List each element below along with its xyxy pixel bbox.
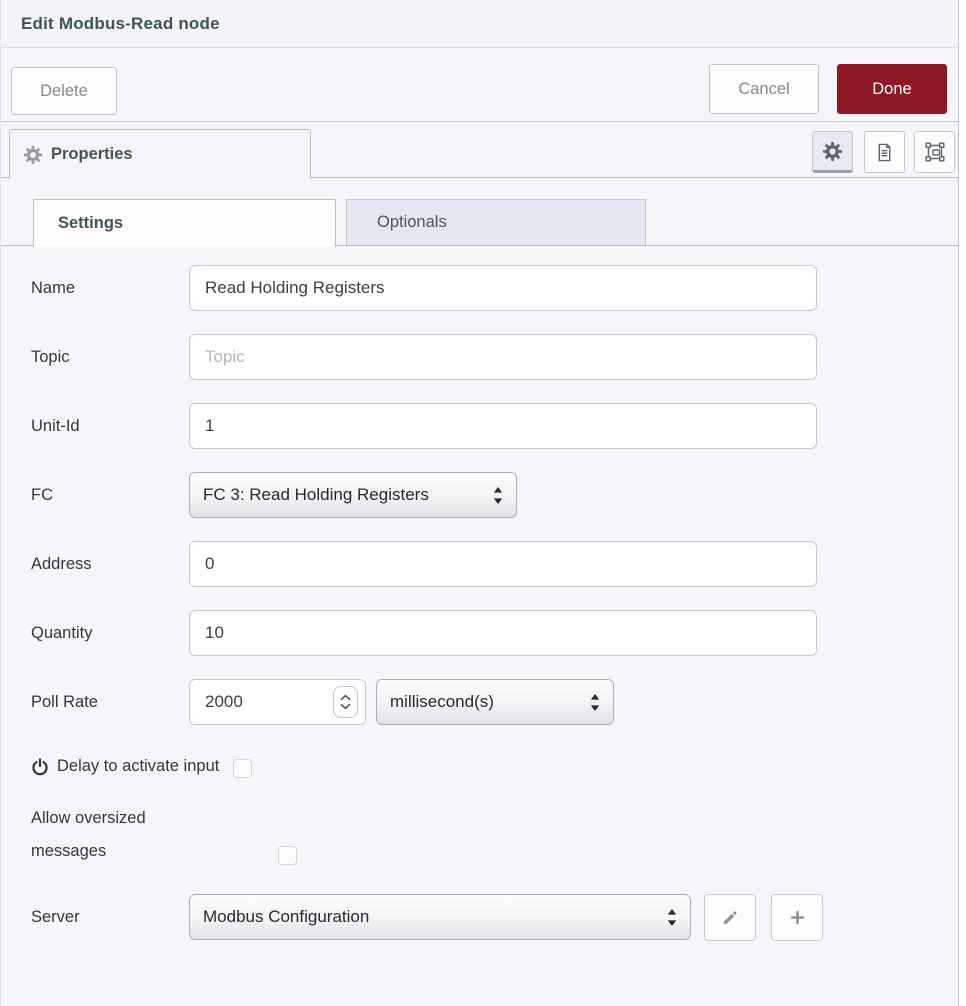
name-label: Name [31,265,189,311]
server-selected-value: Modbus Configuration [203,907,657,927]
properties-tab-label: Properties [51,145,133,164]
select-arrows-icon [667,909,677,926]
poll-rate-unit-select[interactable]: millisecond(s) [376,679,614,725]
server-label: Server [31,894,189,941]
add-server-button[interactable] [771,894,823,941]
select-arrows-icon [590,694,600,711]
poll-rate-unit-value: millisecond(s) [390,692,580,712]
number-stepper[interactable] [333,686,358,718]
server-row: Server Modbus Configuration [31,894,958,941]
appearance-icon [925,142,945,162]
properties-header: Properties [1,122,958,178]
chevron-down-icon [340,703,351,710]
topic-row: Topic [31,334,958,380]
edit-server-button[interactable] [704,894,756,941]
delete-button[interactable]: Delete [11,67,117,115]
fc-label: FC [31,472,189,518]
pencil-icon [722,909,739,926]
settings-form: Name Topic Unit-Id FC FC 3: Read Holding… [1,246,958,941]
quantity-row: Quantity [31,610,958,656]
select-arrows-icon [493,487,503,504]
tab-properties[interactable]: Properties [9,129,311,179]
oversized-label: Allow oversized messages [31,802,191,868]
gear-icon [823,142,842,161]
name-row: Name [31,265,958,311]
dialog-title: Edit Modbus-Read node [21,14,220,34]
cancel-button[interactable]: Cancel [709,64,819,114]
tab-settings[interactable]: Settings [33,199,336,247]
dialog-header: Edit Modbus-Read node [1,0,958,48]
edit-properties-button[interactable] [812,131,853,173]
address-input[interactable] [189,541,817,587]
unit-id-row: Unit-Id [31,403,958,449]
dialog-toolbar: Delete Cancel Done [1,48,958,122]
unit-id-label: Unit-Id [31,403,189,449]
poll-rate-row: Poll Rate millisecond(s) [31,679,958,725]
fc-select[interactable]: FC 3: Read Holding Registers [189,472,517,518]
server-select[interactable]: Modbus Configuration [189,894,691,940]
edit-description-button[interactable] [864,131,905,173]
plus-icon [789,909,806,926]
poll-rate-label: Poll Rate [31,679,189,725]
oversized-row: Allow oversized messages [31,802,958,868]
edit-node-tray: Edit Modbus-Read node Delete Cancel Done [0,0,959,1006]
edit-appearance-button[interactable] [914,131,955,173]
done-button[interactable]: Done [837,64,947,114]
form-tabs: Settings Optionals [1,199,958,246]
quantity-input[interactable] [189,610,817,656]
chevron-up-icon [340,694,351,701]
delay-row: Delay to activate input [31,755,958,778]
unit-id-input[interactable] [189,403,817,449]
doc-icon [875,143,894,162]
address-label: Address [31,541,189,587]
topic-label: Topic [31,334,189,380]
power-icon [31,758,49,776]
delay-checkbox[interactable] [233,759,252,778]
fc-selected-value: FC 3: Read Holding Registers [203,485,483,505]
poll-rate-field [189,679,366,725]
delay-label: Delay to activate input [57,757,219,776]
quantity-label: Quantity [31,610,189,656]
fc-row: FC FC 3: Read Holding Registers [31,472,958,518]
name-input[interactable] [189,265,817,311]
topic-input[interactable] [189,334,817,380]
tab-optionals[interactable]: Optionals [346,199,646,245]
address-row: Address [31,541,958,587]
oversized-checkbox[interactable] [278,846,297,865]
gear-icon [24,146,42,164]
